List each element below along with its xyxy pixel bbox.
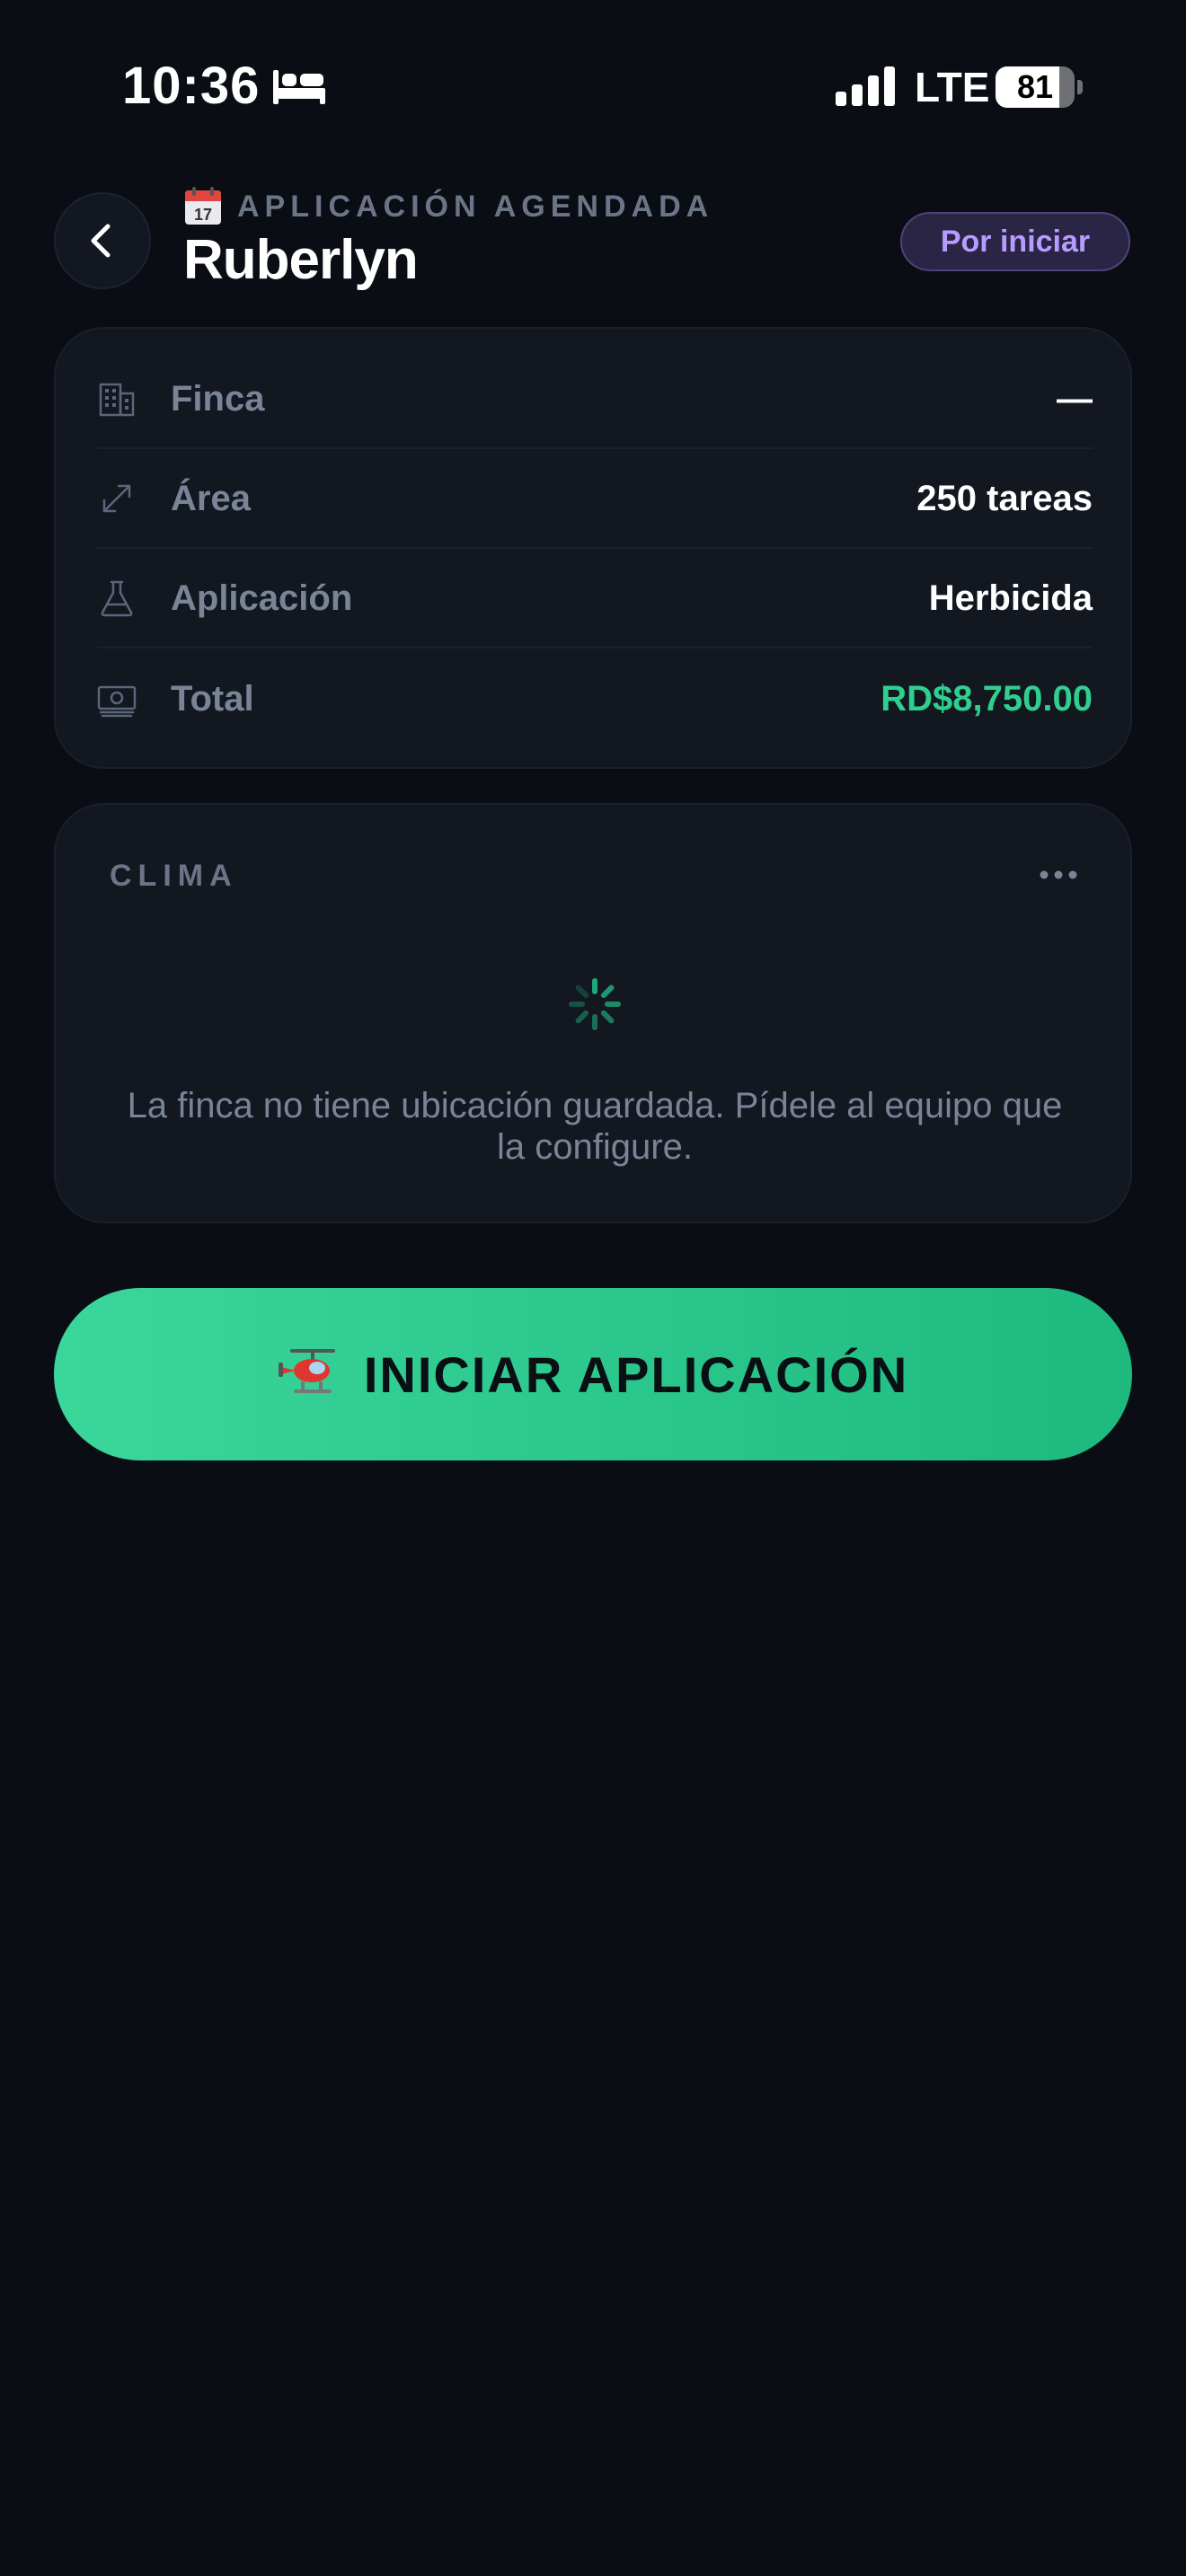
detail-label: Finca xyxy=(171,378,265,419)
detail-row-total: Total RD$8,750.00 xyxy=(97,649,1093,748)
signal-icon xyxy=(836,66,895,106)
detail-value: — xyxy=(1057,378,1093,419)
detail-label: Área xyxy=(171,478,251,518)
page-title: Ruberlyn xyxy=(183,229,419,291)
network-type: LTE xyxy=(915,64,990,110)
screen: 10:36 LTE 81 17 APLICACIÓN AGENDADA Rube… xyxy=(0,0,1186,2576)
detail-label: Aplicación xyxy=(171,578,353,618)
weather-card: CLIMA La finca no tiene ubicación guarda… xyxy=(54,803,1132,1223)
detail-label: Total xyxy=(171,678,254,719)
details-card: Finca — Área 250 tareas Aplicación Herbi… xyxy=(54,327,1132,769)
detail-value: Herbicida xyxy=(928,578,1093,618)
battery-level: 81 xyxy=(1016,68,1054,105)
resize-arrows-icon xyxy=(102,484,131,513)
bed-icon xyxy=(273,70,325,104)
svg-text:17: 17 xyxy=(194,206,212,224)
status-bar: 10:36 LTE 81 xyxy=(0,0,1186,180)
more-icon[interactable] xyxy=(1037,864,1080,886)
status-time: 10:36 xyxy=(122,57,261,115)
back-button[interactable] xyxy=(54,192,151,289)
weather-message: La finca no tiene ubicación guardada. Pí… xyxy=(127,1086,1063,1167)
flask-icon xyxy=(101,580,133,617)
weather-title: CLIMA xyxy=(110,859,238,893)
header-eyebrow-text: APLICACIÓN AGENDADA xyxy=(237,189,714,224)
detail-row-area: Área 250 tareas xyxy=(97,450,1093,549)
start-application-label: INICIAR APLICACIÓN xyxy=(363,1345,909,1403)
start-application-button[interactable]: INICIAR APLICACIÓN xyxy=(54,1288,1132,1460)
detail-row-finca: Finca — xyxy=(97,350,1093,449)
detail-row-aplicacion: Aplicación Herbicida xyxy=(97,550,1093,648)
detail-value-total: RD$8,750.00 xyxy=(881,678,1093,719)
detail-value: 250 tareas xyxy=(916,478,1093,518)
chevron-left-icon xyxy=(91,224,111,258)
header-eyebrow: 17 APLICACIÓN AGENDADA xyxy=(183,187,713,226)
money-icon xyxy=(97,685,137,718)
battery-indicator: 81 xyxy=(996,66,1083,108)
calendar-icon: 17 xyxy=(185,187,221,225)
spinner-icon xyxy=(569,978,621,1030)
status-badge: Por iniciar xyxy=(900,212,1130,271)
building-icon xyxy=(99,383,135,417)
helicopter-icon xyxy=(278,1349,335,1393)
